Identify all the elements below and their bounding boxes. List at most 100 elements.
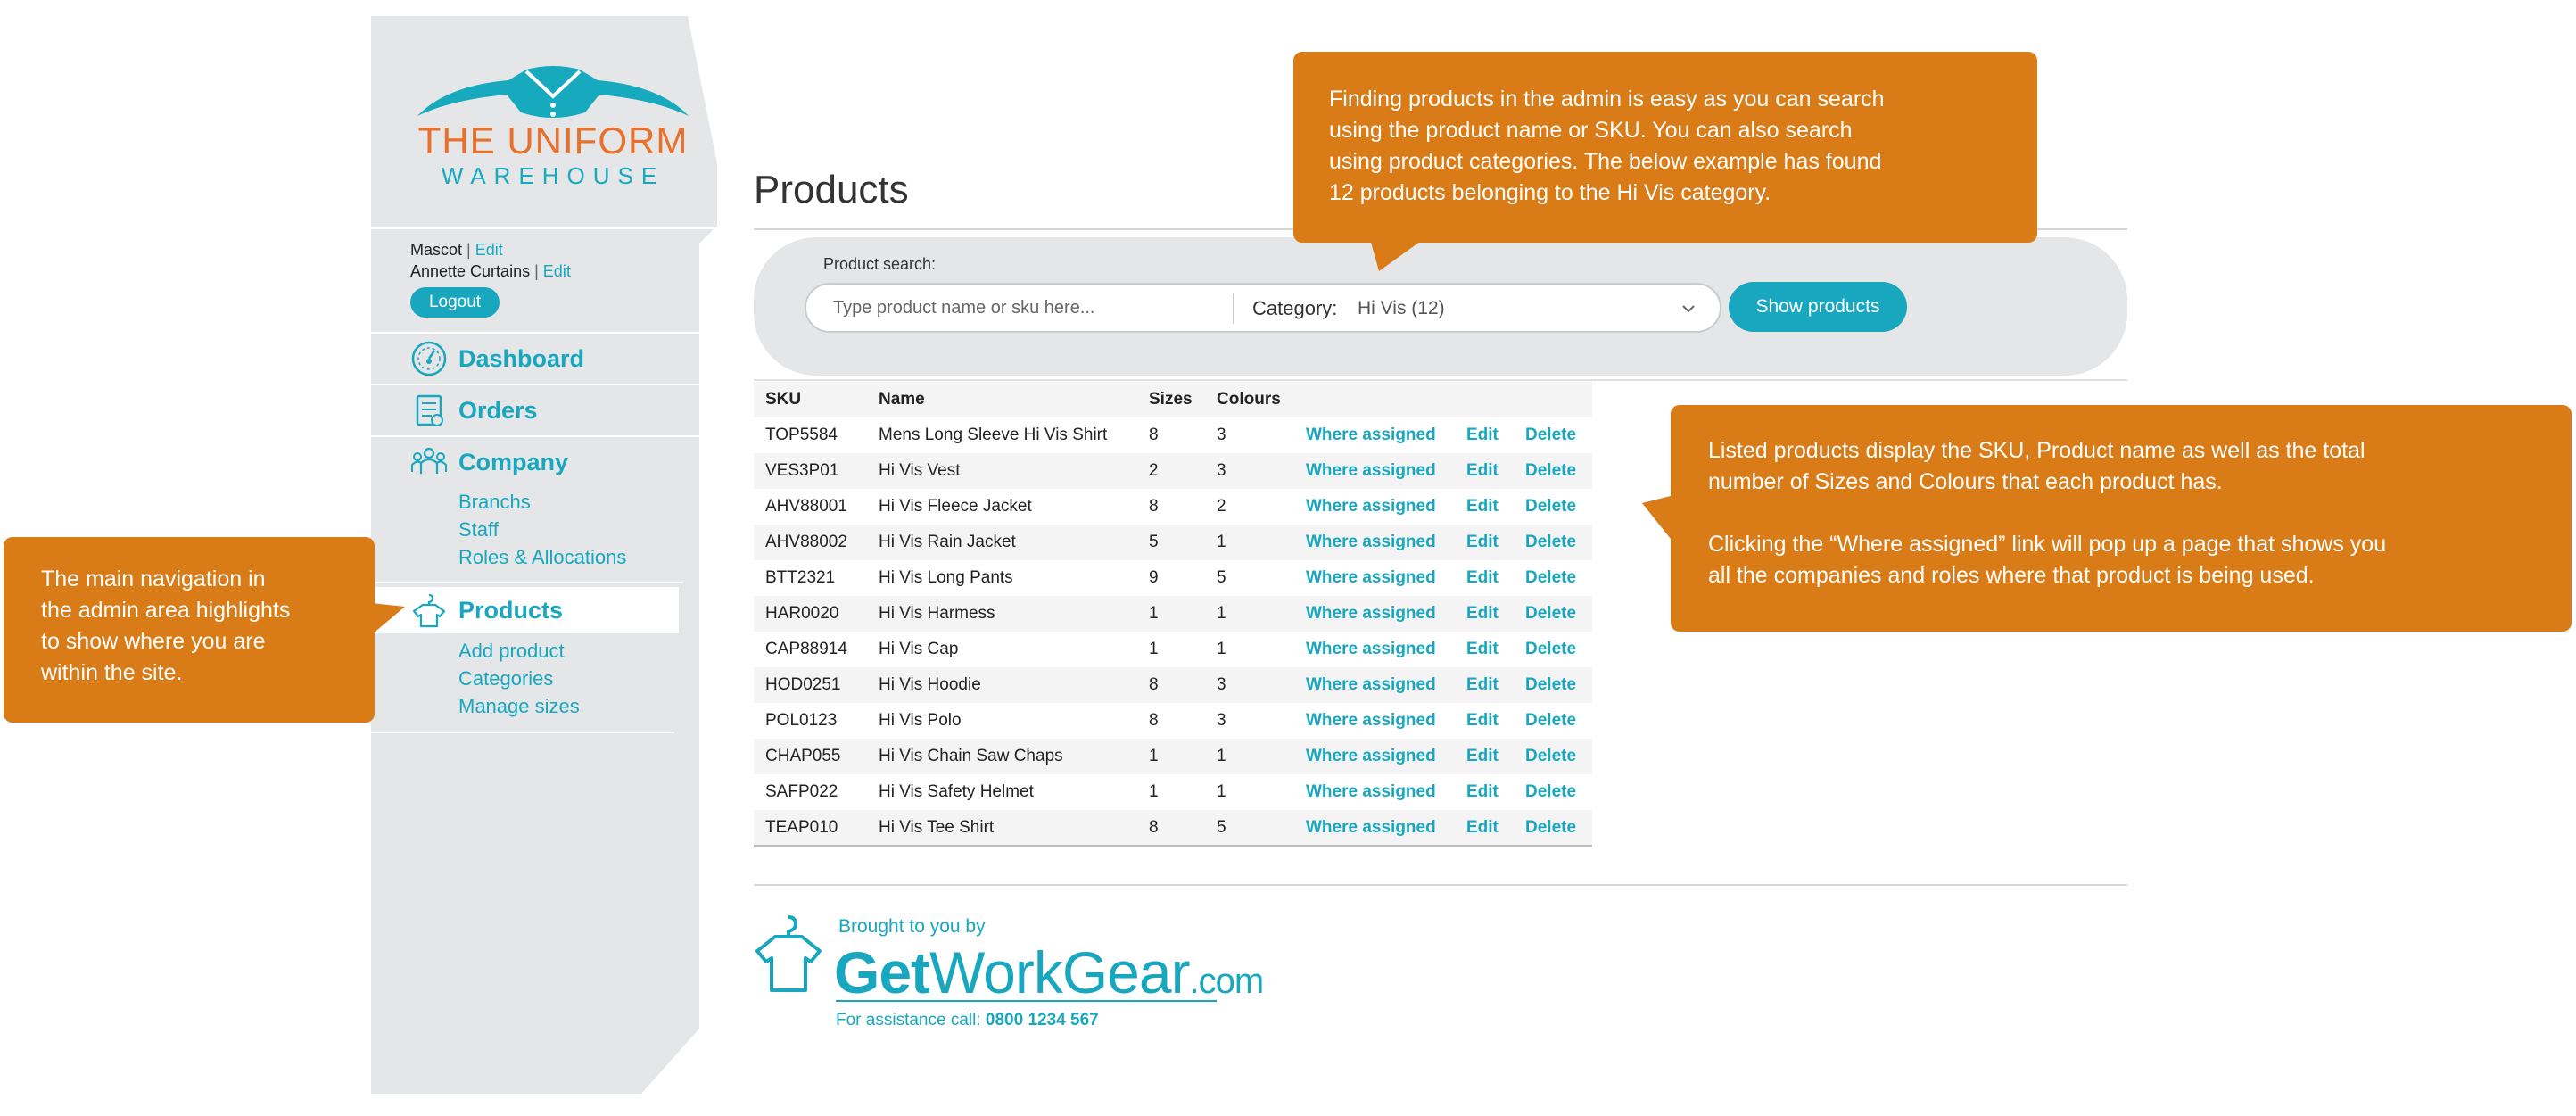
cell-sizes: 2: [1137, 453, 1205, 489]
assist-phone[interactable]: 0800 1234 567: [986, 1011, 1099, 1029]
edit-link[interactable]: Edit: [1455, 703, 1514, 739]
nav-roles-allocations-link[interactable]: Roles & Allocations: [458, 546, 626, 569]
edit-link[interactable]: Edit: [1455, 453, 1514, 489]
show-products-button[interactable]: Show products: [1729, 282, 1907, 332]
delete-link[interactable]: Delete: [1514, 525, 1592, 560]
sidebar-divider: [371, 732, 674, 733]
nav-categories-link[interactable]: Categories: [458, 667, 553, 690]
edit-link[interactable]: Edit: [1455, 596, 1514, 632]
cell-name: Hi Vis Rain Jacket: [867, 525, 1137, 560]
table-header-row: SKU Name Sizes Colours: [754, 382, 1592, 417]
assist-label: For assistance call:: [836, 1011, 981, 1029]
nav-dashboard-label: Dashboard: [458, 344, 585, 372]
delete-link[interactable]: Delete: [1514, 774, 1592, 810]
where-assigned-link[interactable]: Where assigned: [1294, 560, 1455, 596]
shirt-hanger-icon: [410, 591, 448, 629]
getworkgear-logo[interactable]: GetWorkGear.com: [834, 937, 1264, 1017]
edit-user-link[interactable]: Edit: [543, 262, 571, 280]
where-assigned-link[interactable]: Where assigned: [1294, 703, 1455, 739]
where-assigned-link[interactable]: Where assigned: [1294, 667, 1455, 703]
cell-colours: 1: [1217, 640, 1226, 658]
cell-sku: HAR0020: [754, 596, 867, 632]
edit-link[interactable]: Edit: [1455, 810, 1514, 847]
edit-link[interactable]: Edit: [1455, 632, 1514, 667]
brand-logo[interactable]: THE UNIFORM WAREHOUSE: [410, 61, 696, 189]
brand-name-line1: THE UNIFORM: [417, 120, 689, 161]
where-assigned-link[interactable]: Where assigned: [1294, 489, 1455, 525]
edit-link[interactable]: Edit: [1455, 739, 1514, 774]
delete-link[interactable]: Delete: [1514, 739, 1592, 774]
delete-link[interactable]: Delete: [1514, 453, 1592, 489]
where-assigned-link[interactable]: Where assigned: [1294, 632, 1455, 667]
where-assigned-link[interactable]: Where assigned: [1294, 453, 1455, 489]
cell-sizes: 8: [1137, 810, 1205, 847]
nav-add-product-link[interactable]: Add product: [458, 640, 565, 663]
logout-button[interactable]: Logout: [410, 287, 500, 318]
where-assigned-link[interactable]: Where assigned: [1294, 774, 1455, 810]
delete-link[interactable]: Delete: [1514, 703, 1592, 739]
products-table: SKU Name Sizes Colours TOP5584 Mens Long …: [754, 382, 1592, 847]
where-assigned-link[interactable]: Where assigned: [1294, 739, 1455, 774]
where-assigned-link[interactable]: Where assigned: [1294, 810, 1455, 847]
delete-link[interactable]: Delete: [1514, 489, 1592, 525]
nav-branchs-link[interactable]: Branchs: [458, 491, 531, 514]
delete-link[interactable]: Delete: [1514, 632, 1592, 667]
edit-link[interactable]: Edit: [1455, 525, 1514, 560]
where-assigned-link[interactable]: Where assigned: [1294, 417, 1455, 453]
cell-colours: 3: [1205, 667, 1294, 703]
edit-link[interactable]: Edit: [1455, 489, 1514, 525]
table-row: CHAP055 Hi Vis Chain Saw Chaps 1 1 Where ass…: [754, 739, 1592, 774]
edit-link[interactable]: Edit: [1455, 417, 1514, 453]
table-row: CAP88914 Hi Vis Cap 1 1 Where assigned Edit De…: [754, 632, 1592, 667]
table-row: AHV88001 Hi Vis Fleece Jacket 8 2 Where assi…: [754, 489, 1592, 525]
nav-orders[interactable]: Orders: [410, 389, 538, 432]
edit-link[interactable]: Edit: [1455, 774, 1514, 810]
edit-company-link[interactable]: Edit: [475, 241, 503, 259]
edit-link[interactable]: Edit: [1455, 560, 1514, 596]
cell-name: Hi Vis Fleece Jacket: [879, 497, 1032, 516]
separator: |: [534, 262, 539, 280]
user-info: Mascot | Edit Annette Curtains | Edit: [410, 239, 571, 282]
delete-link[interactable]: Delete: [1514, 560, 1592, 596]
delete-link[interactable]: Delete: [1514, 810, 1592, 847]
nav-manage-sizes-link[interactable]: Manage sizes: [458, 695, 580, 718]
callout-line: using the product name or SKU. You can a…: [1329, 118, 1853, 143]
nav-dashboard[interactable]: Dashboard: [410, 337, 584, 380]
cell-sku: TEAP010: [754, 810, 867, 847]
cell-name: Hi Vis Hoodie: [867, 667, 1137, 703]
callout-line: Clicking the “Where assigned” link will …: [1708, 532, 2387, 557]
user-name: Annette Curtains: [410, 262, 531, 280]
callout-pointer: [1642, 494, 1678, 548]
callout-line: number of Sizes and Colours that each pr…: [1708, 469, 2223, 494]
search-input[interactable]: [831, 292, 1215, 324]
table-row: AHV88002 Hi Vis Rain Jacket 5 1 Where assign…: [754, 525, 1592, 560]
sidebar-divider: [371, 384, 701, 385]
cell-name: Hi Vis Polo: [879, 711, 962, 730]
callout-table: Listed products display the SKU, Product…: [1642, 405, 2572, 632]
search-box: Category: Hi Vis (12): [805, 283, 1721, 333]
where-assigned-link[interactable]: Where assigned: [1294, 596, 1455, 632]
delete-link[interactable]: Delete: [1514, 417, 1592, 453]
nav-products[interactable]: Products: [410, 589, 563, 632]
where-assigned-link[interactable]: Where assigned: [1294, 525, 1455, 560]
table-row: TEAP010 Hi Vis Tee Shirt 8 5 Where assigned E…: [754, 810, 1592, 847]
nav-company-label: Company: [458, 448, 569, 475]
table-row: SAFP022 Hi Vis Safety Helmet 1 1 Where assig…: [754, 774, 1592, 810]
cell-sku: AHV88001: [765, 497, 847, 516]
cell-sizes: 1: [1149, 782, 1159, 801]
cell-name: Hi Vis Harmess: [867, 596, 1137, 632]
cell-colours: 3: [1217, 426, 1226, 444]
delete-link[interactable]: Delete: [1514, 596, 1592, 632]
delete-link[interactable]: Delete: [1514, 667, 1592, 703]
chevron-down-icon[interactable]: [1677, 297, 1700, 320]
panel-divider: [754, 379, 2127, 381]
nav-company[interactable]: Company: [410, 441, 568, 484]
cell-sku: VES3P01: [754, 453, 867, 489]
category-select[interactable]: Hi Vis (12): [1358, 298, 1445, 319]
gauge-icon: [410, 340, 448, 377]
header-sizes: Sizes: [1137, 382, 1205, 417]
edit-link[interactable]: Edit: [1455, 667, 1514, 703]
cell-sku: CHAP055: [754, 739, 867, 774]
nav-staff-link[interactable]: Staff: [458, 518, 499, 541]
header-sku: SKU: [754, 382, 867, 417]
